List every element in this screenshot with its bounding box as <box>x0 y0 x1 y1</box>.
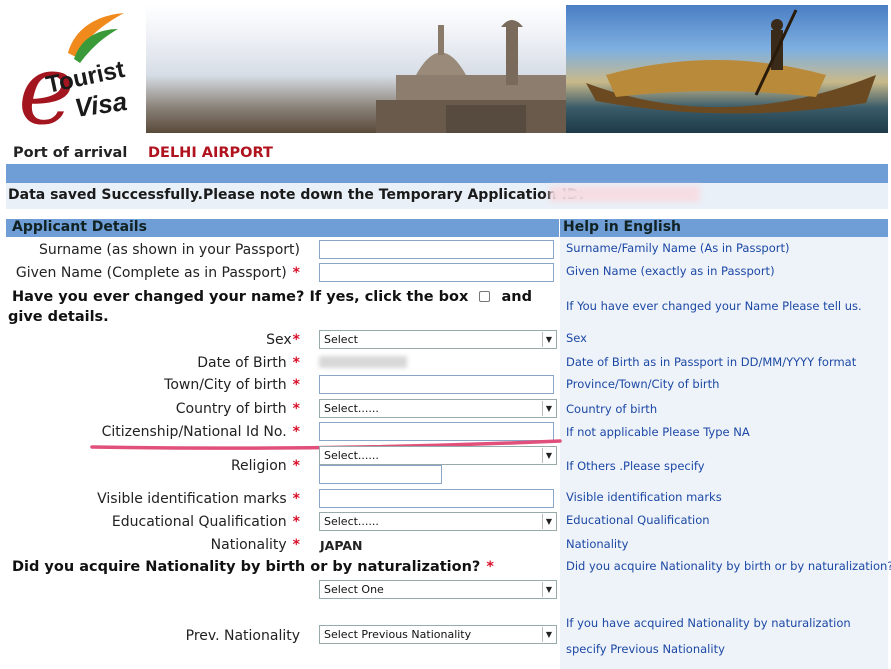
country-label: Country of birth <box>175 401 287 417</box>
dob-value-redacted <box>319 356 407 368</box>
acquire-row-label: Did you acquire Nationality by birth or … <box>12 559 494 575</box>
education-label: Educational Qualification <box>111 514 287 530</box>
changed-name-question: Have you ever changed your name? If yes,… <box>12 289 469 305</box>
sex-select-value: Select <box>324 333 358 346</box>
chevron-down-icon: ▼ <box>542 448 555 463</box>
prev-nationality-select-value: Select Previous Nationality <box>324 628 472 641</box>
changed-name-help: If You have ever changed your Name Pleas… <box>566 299 862 313</box>
required-mark: * <box>292 401 300 417</box>
application-id-redacted <box>550 186 700 202</box>
surname-input[interactable] <box>319 240 554 259</box>
religion-row-label: Religion * <box>231 458 300 474</box>
required-mark: * <box>292 514 300 530</box>
nationality-label: Nationality <box>210 537 287 553</box>
acquire-select-value: Select One <box>324 583 384 596</box>
citizenship-help: If not applicable Please Type NA <box>566 425 750 439</box>
dob-label: Date of Birth <box>197 355 287 371</box>
given-name-row-label: Given Name (Complete as in Passport) * <box>16 265 300 281</box>
acquire-label: Did you acquire Nationality by birth or … <box>12 559 481 575</box>
education-select[interactable]: Select...... ▼ <box>319 512 557 531</box>
acquire-help: Did you acquire Nationality by birth or … <box>566 559 891 573</box>
page: { "header": { "logo_line1": "e", "logo_l… <box>0 0 891 669</box>
prev-nationality-label: Prev. Nationality <box>185 628 300 644</box>
help-title: Help in English <box>563 219 681 235</box>
given-name-input[interactable] <box>319 263 554 282</box>
sex-label: Sex <box>266 332 292 348</box>
port-label: Port of arrival <box>13 145 128 161</box>
country-row-label: Country of birth * <box>176 401 300 417</box>
religion-select[interactable]: Select...... ▼ <box>319 446 557 465</box>
svg-text:Visa: Visa <box>73 86 129 123</box>
prev-nationality-help-line1: If you have acquired Nationality by natu… <box>566 616 851 630</box>
dob-row-label: Date of Birth * <box>197 355 300 371</box>
education-select-value: Select...... <box>324 515 379 528</box>
sex-select[interactable]: Select ▼ <box>319 330 557 349</box>
chevron-down-icon: ▼ <box>542 514 555 529</box>
country-select[interactable]: Select...... ▼ <box>319 399 557 418</box>
country-help: Country of birth <box>566 402 658 416</box>
required-mark: * <box>486 559 494 575</box>
header-banner: e Tourist Visa <box>6 5 888 133</box>
town-input[interactable] <box>319 375 554 394</box>
changed-name-and: and <box>501 289 532 305</box>
required-mark: * <box>292 537 300 553</box>
required-mark: * <box>292 355 300 371</box>
town-label: Town/City of birth <box>164 377 287 393</box>
prev-nationality-select[interactable]: Select Previous Nationality ▼ <box>319 625 557 644</box>
changed-name-checkbox[interactable] <box>479 291 491 302</box>
port-value: DELHI AIRPORT <box>148 145 273 161</box>
chevron-down-icon: ▼ <box>542 627 555 642</box>
marks-input[interactable] <box>319 489 554 508</box>
given-name-label: Given Name (Complete as in Passport) <box>15 265 287 281</box>
sex-help: Sex <box>566 331 587 345</box>
marks-label: Visible identification marks <box>97 491 287 507</box>
kerala-boat-image <box>566 5 888 133</box>
given-name-help: Given Name (exactly as in Passport) <box>566 264 775 278</box>
surname-help: Surname/Family Name (As in Passport) <box>566 241 790 255</box>
town-help: Province/Town/City of birth <box>566 377 720 391</box>
country-select-value: Select...... <box>324 402 379 415</box>
sex-row-label: Sex * <box>266 332 300 348</box>
divider-bar <box>6 164 888 183</box>
marks-help: Visible identification marks <box>566 490 722 504</box>
required-mark: * <box>292 458 300 474</box>
nationality-value: JAPAN <box>320 538 363 553</box>
education-row-label: Educational Qualification * <box>112 514 300 530</box>
nationality-row-label: Nationality * <box>211 537 300 553</box>
changed-name-label-line1: Have you ever changed your name? If yes,… <box>12 289 532 305</box>
town-row-label: Town/City of birth * <box>164 377 300 393</box>
religion-label: Religion <box>230 458 287 474</box>
chevron-down-icon: ▼ <box>542 401 555 416</box>
delhi-monument-image <box>146 5 888 133</box>
etourist-visa-logo: e Tourist Visa <box>6 5 146 133</box>
required-mark: * <box>292 265 300 281</box>
applicant-details-title: Applicant Details <box>12 219 147 235</box>
save-notice: Data saved Successfully.Please note down… <box>8 187 585 203</box>
changed-name-label-line2: give details. <box>8 309 109 325</box>
religion-other-input[interactable] <box>319 465 442 484</box>
dob-help: Date of Birth as in Passport in DD/MM/YY… <box>566 355 857 369</box>
required-mark: * <box>292 491 300 507</box>
acquire-select[interactable]: Select One ▼ <box>319 580 557 599</box>
marks-row-label: Visible identification marks * <box>97 491 300 507</box>
prev-nationality-help-line2: specify Previous Nationality <box>566 642 725 656</box>
chevron-down-icon: ▼ <box>542 332 555 347</box>
surname-label: Surname (as shown in your Passport) <box>39 242 300 258</box>
education-help: Educational Qualification <box>566 513 710 527</box>
nationality-help: Nationality <box>566 537 629 551</box>
religion-select-value: Select...... <box>324 449 379 462</box>
chevron-down-icon: ▼ <box>542 582 555 597</box>
religion-help: If Others .Please specify <box>566 459 705 473</box>
required-mark: * <box>292 377 300 393</box>
required-mark: * <box>292 332 300 348</box>
